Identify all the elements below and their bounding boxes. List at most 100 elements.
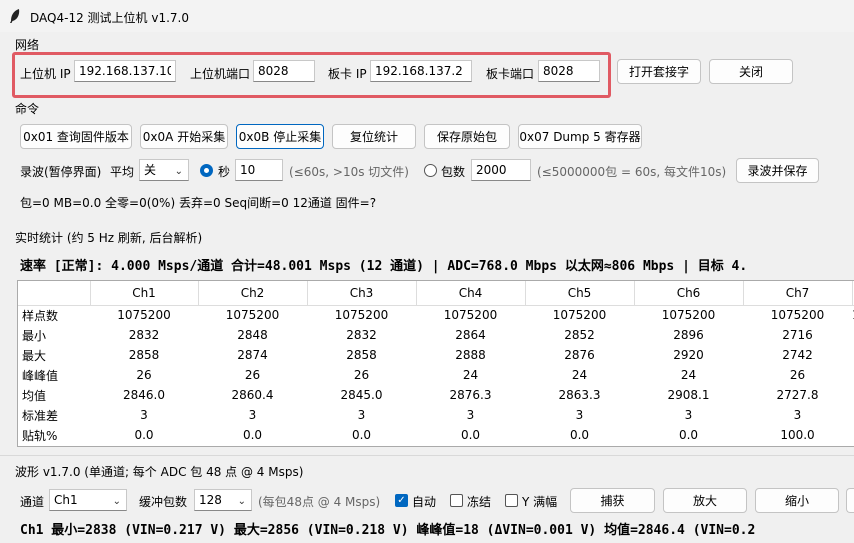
table-cell: 2845.0 [340, 388, 383, 402]
divider [0, 455, 854, 456]
channel-select-value: Ch1 [54, 493, 78, 507]
table-cell: 26 [244, 368, 261, 382]
table-cell: 2832 [346, 328, 377, 342]
table-cell: 0.0 [569, 428, 590, 442]
table-cell: 3 [140, 408, 148, 422]
zoom-out-button[interactable]: 缩小 [755, 488, 839, 513]
row-label: 样点数 [22, 308, 59, 323]
table-cell: 0.0 [678, 428, 699, 442]
row-label: 峰峰值 [22, 368, 59, 383]
table-cell: 2860.4 [231, 388, 274, 402]
table-cell: 1075200 [225, 308, 280, 323]
packets-input[interactable] [471, 159, 531, 181]
seconds-hint: (≤60s, >10s 切文件) [289, 165, 409, 179]
packets-hint: (≤5000000包 = 60s, 每文件10s) [537, 165, 727, 179]
waveform-readout: Ch1 最小=2838 (VIN=0.217 V) 最大=2856 (VIN=0… [20, 523, 756, 538]
save-raw-button[interactable]: 保存原始包 [424, 124, 510, 149]
close-button[interactable]: 关闭 [709, 59, 793, 84]
table-row: 最小28322848283228642852289627162 [18, 325, 854, 345]
table-cell: 1075200 [334, 308, 389, 323]
table-cell: 1075200 [661, 308, 716, 323]
table-cell: 2848 [237, 328, 268, 342]
open-socket-button[interactable]: 打开套接字 [617, 59, 701, 84]
table-cell: 0.0 [242, 428, 263, 442]
table-cell: 2852 [564, 328, 595, 342]
row-label: 最大 [22, 348, 47, 363]
freeze-checkbox[interactable] [450, 494, 463, 507]
table-cell: 3 [575, 408, 584, 422]
table-header: Ch1Ch2Ch3Ch4Ch5Ch6Ch7Ch8 [18, 281, 854, 306]
chevron-down-icon: ⌄ [112, 496, 121, 507]
waveform-group-label: 波形 v1.7.0 (单通道; 每个 ADC 包 48 点 @ 4 Msps) [15, 465, 304, 479]
table-cell: 2876 [564, 348, 595, 362]
record-save-button[interactable]: 录波并保存 [736, 158, 819, 183]
column-header-ch1: Ch1 [90, 281, 199, 306]
buffer-label: 缓冲包数 [139, 495, 188, 509]
record-label: 录波(暂停界面) [20, 165, 102, 179]
yfull-checkbox[interactable] [505, 494, 518, 507]
partial-button[interactable] [846, 488, 854, 513]
table-cell: 26 [353, 368, 370, 382]
buffer-select[interactable]: 128 ⌄ [194, 489, 252, 511]
table-row: 均值 2846.0 2860.4 2845.0 2876.3 2863.3 2908.1 27… [18, 385, 854, 405]
table-row: 样点数 1075200 1075200 1075200 1075200 1075200 10… [18, 305, 854, 325]
start-acquisition-button[interactable]: 0x0A 开始采集 [140, 124, 228, 149]
table-row: 峰峰值262626242424262 [18, 365, 854, 385]
commands-group-label: 命令 [15, 102, 40, 116]
table-cell: 2858 [346, 348, 377, 362]
auto-checkbox[interactable]: ✓ [395, 494, 408, 507]
table-cell: 2888 [455, 348, 486, 362]
zoom-in-button[interactable]: 放大 [663, 488, 747, 513]
table-cell: 1075200 [117, 308, 171, 323]
avg-label: 平均 [110, 165, 135, 179]
table-cell: 2908.1 [667, 388, 710, 402]
seconds-radio[interactable] [200, 164, 213, 177]
packets-label: 包数 [441, 165, 466, 179]
stats-table: Ch1Ch2Ch3Ch4Ch5Ch6Ch7Ch8 样点数 1075200 10752… [17, 280, 854, 447]
column-header-corner [18, 281, 91, 306]
packets-radio[interactable] [424, 164, 437, 177]
readout-bar: Ch1 最小=2838 (VIN=0.217 V) 最大=2856 (VIN=0… [0, 512, 854, 543]
seconds-input[interactable] [235, 159, 283, 181]
column-header-ch7: Ch7 [743, 281, 853, 306]
buffer-hint: (每包48点 @ 4 Msps) [258, 495, 381, 509]
chevron-down-icon: ⌄ [237, 496, 246, 507]
table-cell: 2716 [782, 328, 813, 342]
table-cell: 2742 [782, 348, 813, 362]
channel-select[interactable]: Ch1 ⌄ [49, 489, 127, 511]
window-title: DAQ4-12 测试上位机 v1.7.0 [30, 11, 189, 25]
table-cell: 26 [136, 368, 152, 382]
table-row: 贴轨%0.00.00.00.00.00.0100.00 [18, 425, 854, 445]
reset-stats-button[interactable]: 复位统计 [332, 124, 416, 149]
table-cell: 24 [680, 368, 697, 382]
row-label: 标准差 [22, 408, 59, 423]
table-cell: 26 [789, 368, 806, 382]
table-cell: 0.0 [460, 428, 481, 442]
table-cell: 24 [571, 368, 588, 382]
table-cell: 24 [462, 368, 479, 382]
table-cell: 3 [248, 408, 257, 422]
column-header-ch6: Ch6 [634, 281, 744, 306]
query-firmware-button[interactable]: 0x01 查询固件版本 [20, 124, 132, 149]
table-cell: 3 [466, 408, 475, 422]
dump-registers-button[interactable]: 0x07 Dump 5 寄存器 [518, 124, 642, 149]
table-cell: 1075200 [552, 308, 607, 323]
table-cell: 1075200 [770, 308, 825, 323]
row-label: 均值 [22, 388, 47, 403]
table-cell: 2874 [237, 348, 268, 362]
capture-button[interactable]: 捕获 [570, 488, 655, 513]
table-cell: 3 [357, 408, 366, 422]
table-cell: 1075200 [443, 308, 498, 323]
row-label: 最小 [22, 328, 47, 343]
freeze-label: 冻结 [467, 495, 492, 509]
column-header-ch2: Ch2 [198, 281, 308, 306]
table-cell: 2896 [673, 328, 704, 342]
stats-group-label: 实时统计 (约 5 Hz 刷新, 后台解析) [15, 231, 203, 245]
avg-select[interactable]: 关 ⌄ [139, 159, 189, 181]
chevron-down-icon: ⌄ [174, 166, 183, 177]
stop-acquisition-button[interactable]: 0x0B 停止采集 [236, 124, 324, 149]
table-cell: 3 [684, 408, 693, 422]
check-icon: ✓ [397, 495, 406, 506]
table-cell: 3 [793, 408, 802, 422]
column-header-ch5: Ch5 [525, 281, 635, 306]
